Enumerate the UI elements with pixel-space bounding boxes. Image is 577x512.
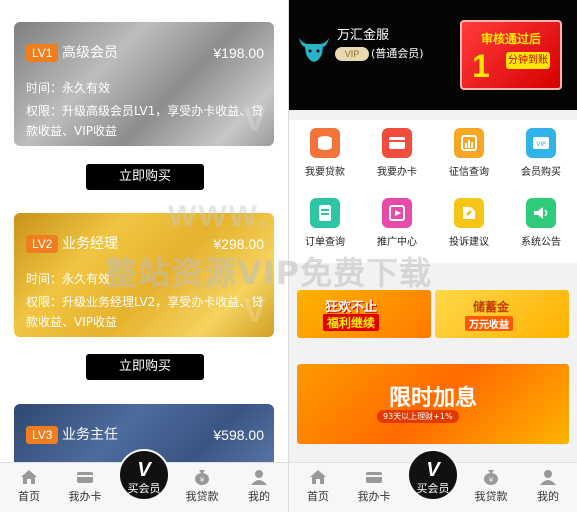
promo-number: 1 xyxy=(472,48,490,84)
card-icon xyxy=(366,472,382,483)
money-bag-icon: ¥ xyxy=(484,470,498,485)
grid-label: 订单查询 xyxy=(305,237,345,248)
home-icon xyxy=(310,470,326,484)
membership-name: 高级会员 xyxy=(62,45,118,61)
grid-label: 征信查询 xyxy=(449,167,489,178)
credit-report-icon xyxy=(454,128,484,158)
grid-label: 我要办卡 xyxy=(377,167,417,178)
tab-home[interactable]: 首页 xyxy=(4,463,54,512)
tab-buy-vip[interactable]: V 买会员 xyxy=(407,449,459,501)
grid-label: 投诉建议 xyxy=(449,237,489,248)
announcement-icon xyxy=(526,198,556,228)
tab-home[interactable]: 首页 xyxy=(293,463,343,512)
buy-button-lv1[interactable]: 立即购买 xyxy=(86,164,204,190)
svg-text:¥: ¥ xyxy=(200,476,205,484)
card-watermark-v: V xyxy=(243,101,266,139)
feedback-icon xyxy=(454,198,484,228)
tab-label: 首页 xyxy=(18,490,40,503)
membership-price: ¥598.00 xyxy=(213,427,264,443)
membership-card-lv1[interactable]: LV1 高级会员 ¥198.00 时间：永久有效 权限：升级高级会员LV1，享受… xyxy=(14,22,274,146)
grid-label: 系统公告 xyxy=(521,237,561,248)
tab-card[interactable]: 我办卡 xyxy=(60,463,110,512)
money-bag-icon: ¥ xyxy=(195,470,209,485)
bull-logo-icon xyxy=(299,38,329,62)
tab-label: 我办卡 xyxy=(68,490,102,503)
tab-mine[interactable]: 我的 xyxy=(234,463,284,512)
banner-title: 限时加息 xyxy=(389,386,478,411)
tab-buy-vip[interactable]: V 买会员 xyxy=(118,449,170,501)
user-header: 万汇金服 VIP (普通会员) 审核通过后 1 分钟到账 xyxy=(289,0,577,110)
membership-permission: 权限：升级业务经理LV2，享受办卡收益、贷款收益、VIP收益 xyxy=(26,295,264,329)
promo-banner-interest[interactable]: 限时加息 93天以上理财+1% xyxy=(297,364,569,444)
tab-label: 我办卡 xyxy=(357,490,391,503)
member-type: (普通会员) xyxy=(371,47,424,60)
loan-icon xyxy=(310,128,340,158)
banner-subtitle: 万元收益 xyxy=(465,316,513,331)
svg-text:¥: ¥ xyxy=(489,476,494,484)
bottom-tab-bar: 首页 我办卡 V 买会员 ¥ 我贷款 我的 xyxy=(289,449,577,512)
banner-subtitle: 93天以上理财+1% xyxy=(377,410,459,423)
grid-label: 我要贷款 xyxy=(305,167,345,178)
banner-title: 狂欢不止 xyxy=(325,300,378,315)
grid-label: 会员购买 xyxy=(521,167,561,178)
buy-button-lv2[interactable]: 立即购买 xyxy=(86,354,204,380)
membership-permission: 权限：升级高级会员LV1，享受办卡收益、贷款收益、VIP收益 xyxy=(26,104,264,138)
vip-logo-icon: V xyxy=(137,459,151,481)
banner-title: 储蓄金 xyxy=(473,300,510,314)
grid-item-credit[interactable]: 征信查询 xyxy=(433,120,505,188)
promo-banner[interactable]: 审核通过后 1 分钟到账 xyxy=(460,20,562,90)
card-watermark-v: V xyxy=(243,292,266,330)
tab-mine[interactable]: 我的 xyxy=(523,463,573,512)
bottom-tab-bar: 首页 我办卡 V 买会员 ¥ 我贷款 我的 xyxy=(0,449,288,512)
grid-item-card[interactable]: 我要办卡 xyxy=(361,120,433,188)
vip-logo-icon: V xyxy=(426,459,440,481)
promo-card-carnival[interactable]: 狂欢不止 福利继续 xyxy=(297,290,431,338)
vip-card-icon: VIP xyxy=(526,128,556,158)
membership-price: ¥198.00 xyxy=(213,45,264,61)
grid-item-vip[interactable]: VIP 会员购买 xyxy=(505,120,577,188)
share-icon xyxy=(382,198,412,228)
tab-loan[interactable]: ¥ 我贷款 xyxy=(466,463,516,512)
level-badge: LV3 xyxy=(26,426,59,444)
tab-label: 我的 xyxy=(248,490,270,503)
svg-text:VIP: VIP xyxy=(536,141,546,148)
user-icon xyxy=(540,470,556,485)
tab-label: 我的 xyxy=(537,490,559,503)
membership-name: 业务主任 xyxy=(62,427,118,443)
tab-card[interactable]: 我办卡 xyxy=(349,463,399,512)
banner-subtitle: 福利继续 xyxy=(323,314,380,331)
promo-title: 审核通过后 xyxy=(480,32,541,46)
tab-label: 买会员 xyxy=(416,482,450,495)
tab-label: 我贷款 xyxy=(185,490,219,503)
brand-name: 万汇金服 xyxy=(337,28,390,43)
grid-item-loan[interactable]: 我要贷款 xyxy=(289,120,361,188)
home-icon xyxy=(21,470,37,484)
tab-label: 首页 xyxy=(307,490,329,503)
watermark-text: 整站资源VIP免费下载 xyxy=(105,254,433,292)
promo-unit: 分钟到账 xyxy=(506,52,550,69)
tab-label: 我贷款 xyxy=(474,490,508,503)
card-icon xyxy=(382,128,412,158)
grid-label: 推广中心 xyxy=(377,237,417,248)
vip-badge: VIP xyxy=(335,47,369,61)
card-icon xyxy=(77,472,93,483)
tab-loan[interactable]: ¥ 我贷款 xyxy=(177,463,227,512)
watermark-url: WWW. xyxy=(168,200,268,233)
order-icon xyxy=(310,198,340,228)
tab-label: 买会员 xyxy=(127,482,161,495)
level-badge: LV1 xyxy=(26,44,59,62)
level-badge: LV2 xyxy=(26,235,59,253)
user-icon xyxy=(251,470,267,485)
promo-card-savings[interactable]: 储蓄金 万元收益 xyxy=(435,290,569,338)
grid-item-announcement[interactable]: 系统公告 xyxy=(505,190,577,258)
feature-grid: 我要贷款 我要办卡 征信查询 VIP 会员购买 订单查询 推广中心 投诉建议 系 xyxy=(289,120,577,263)
grid-item-feedback[interactable]: 投诉建议 xyxy=(433,190,505,258)
membership-duration: 时间：永久有效 xyxy=(26,81,111,95)
membership-duration: 时间：永久有效 xyxy=(26,272,111,286)
